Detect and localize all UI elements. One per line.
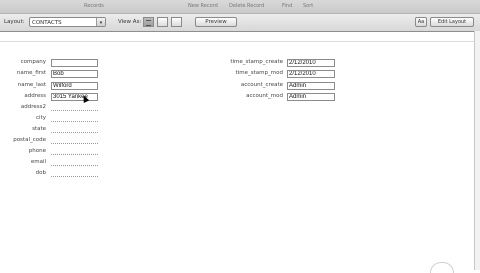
watermark-arc: [430, 262, 454, 273]
phone-label: phone: [28, 148, 46, 154]
sort-button[interactable]: Sort: [303, 3, 313, 9]
company-field[interactable]: [51, 59, 98, 67]
account-create-label: account_create: [240, 82, 283, 88]
time-stamp-create-field[interactable]: 2/12/2010: [287, 59, 335, 67]
new-record-button[interactable]: New Record: [188, 3, 218, 9]
chevron-down-icon: ▾: [96, 18, 105, 26]
find-button[interactable]: Find: [282, 3, 292, 9]
dob-field[interactable]: [51, 170, 98, 177]
state-field[interactable]: [51, 126, 98, 133]
layout-select-value: CONTACTS: [32, 20, 62, 26]
time-stamp-mod-field[interactable]: 2/12/2010: [287, 70, 335, 78]
vertical-scrollbar[interactable]: [474, 31, 480, 270]
name-last-field[interactable]: Wilford: [51, 82, 98, 90]
address-label: address: [24, 93, 46, 99]
layout-label: Layout:: [4, 19, 25, 25]
account-create-field[interactable]: Admin: [287, 82, 335, 90]
account-mod-label: account_mod: [246, 93, 283, 99]
edit-layout-button[interactable]: Edit Layout: [430, 17, 474, 27]
records-label: Records: [84, 3, 104, 9]
address2-label: address2: [20, 104, 46, 110]
name-first-field[interactable]: Bob: [51, 70, 98, 78]
postal-code-label: postal_code: [13, 137, 46, 143]
preview-button[interactable]: Preview: [195, 17, 237, 27]
account-mod-field[interactable]: Admin: [287, 93, 335, 101]
address-field[interactable]: 3015 Yankee: [51, 93, 98, 101]
email-label: email: [30, 159, 46, 165]
email-field[interactable]: [51, 159, 98, 166]
content-divider: [0, 41, 474, 42]
postal-code-field[interactable]: [51, 137, 98, 144]
layout-bar: Layout: CONTACTS ▾ View As: Preview Aa E…: [0, 13, 480, 32]
city-label: city: [36, 115, 46, 121]
city-field[interactable]: [51, 115, 98, 122]
view-as-list-button[interactable]: [157, 17, 168, 27]
company-label: company: [20, 59, 46, 65]
view-as-table-button[interactable]: [171, 17, 182, 27]
dob-label: dob: [35, 170, 46, 176]
view-as-form-button[interactable]: [143, 17, 154, 27]
name-last-label: name_last: [17, 82, 46, 88]
layout-select[interactable]: CONTACTS ▾: [29, 17, 106, 27]
state-label: state: [32, 126, 46, 132]
delete-record-button[interactable]: Delete Record: [229, 3, 264, 9]
view-as-label: View As:: [118, 19, 142, 25]
address2-field[interactable]: [51, 104, 98, 111]
time-stamp-create-label: time_stamp_create: [230, 59, 283, 65]
top-toolbar: Records New Record Delete Record Find So…: [0, 0, 480, 13]
form-view-icon: [146, 20, 151, 26]
name-first-label: name_first: [16, 70, 46, 76]
phone-field[interactable]: [51, 148, 98, 155]
text-format-button[interactable]: Aa: [415, 17, 427, 27]
time-stamp-mod-label: time_stamp_mod: [235, 70, 283, 76]
